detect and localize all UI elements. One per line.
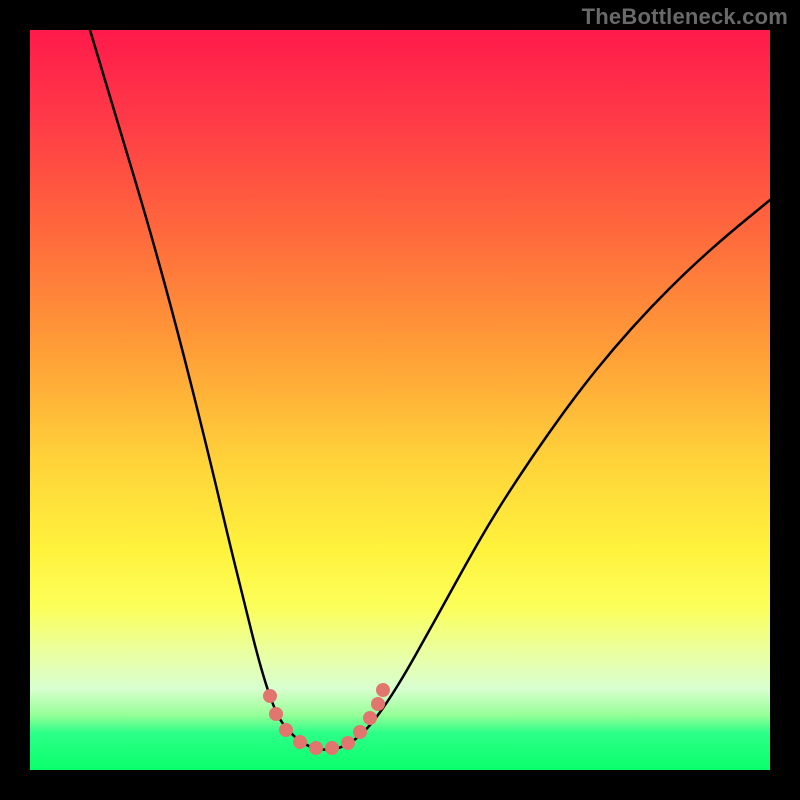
chart-frame: TheBottleneck.com	[0, 0, 800, 800]
minimum-dot-cluster	[263, 683, 390, 755]
minimum-dot	[363, 711, 377, 725]
minimum-dot	[269, 707, 283, 721]
minimum-dot	[309, 741, 323, 755]
minimum-dot	[293, 735, 307, 749]
minimum-dot	[371, 697, 385, 711]
curve-path	[90, 30, 770, 750]
minimum-dot	[325, 741, 339, 755]
minimum-dot	[376, 683, 390, 697]
watermark-label: TheBottleneck.com	[582, 4, 788, 30]
plot-area	[30, 30, 770, 770]
minimum-dot	[341, 736, 355, 750]
minimum-dot	[279, 723, 293, 737]
minimum-dot	[263, 689, 277, 703]
chart-svg	[30, 30, 770, 770]
minimum-dot	[353, 725, 367, 739]
